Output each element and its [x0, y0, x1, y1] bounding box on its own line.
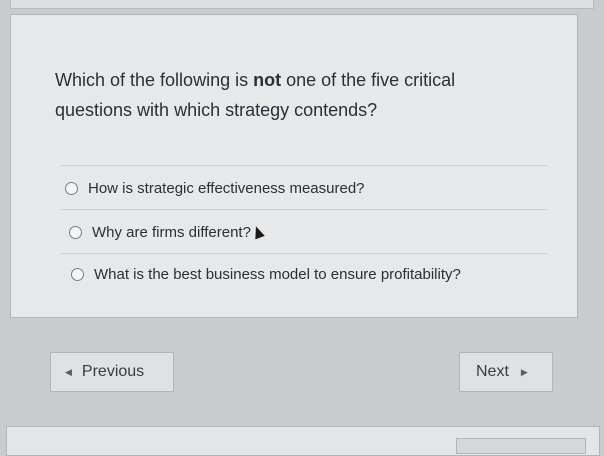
next-button[interactable]: Next ▶ — [459, 352, 553, 392]
triangle-right-icon: ▶ — [520, 366, 528, 377]
question-text: Which of the following is not one of the… — [55, 70, 456, 120]
mouse-cursor-icon — [251, 224, 265, 240]
next-panel-tab — [456, 438, 586, 454]
options-divider — [61, 165, 547, 166]
question-emphasis: not — [253, 70, 282, 90]
previous-button[interactable]: ◀ Previous — [50, 352, 174, 392]
option-1[interactable]: How is strategic effectiveness measured? — [65, 173, 365, 203]
option-label: Why are firms different? — [92, 223, 251, 241]
option-3[interactable]: What is the best business model to ensur… — [71, 259, 461, 289]
options-divider — [61, 209, 547, 210]
option-2[interactable]: Why are firms different? — [69, 217, 265, 247]
option-label: How is strategic effectiveness measured? — [88, 179, 365, 197]
options-divider — [61, 253, 547, 254]
question-card: Which of the following is not one of the… — [10, 14, 578, 318]
radio-button[interactable] — [65, 181, 78, 195]
option-label: What is the best business model to ensur… — [94, 265, 461, 283]
previous-panel-edge — [10, 0, 594, 9]
radio-button[interactable] — [71, 267, 84, 281]
radio-button[interactable] — [69, 225, 82, 239]
triangle-left-icon: ◀ — [65, 366, 72, 377]
